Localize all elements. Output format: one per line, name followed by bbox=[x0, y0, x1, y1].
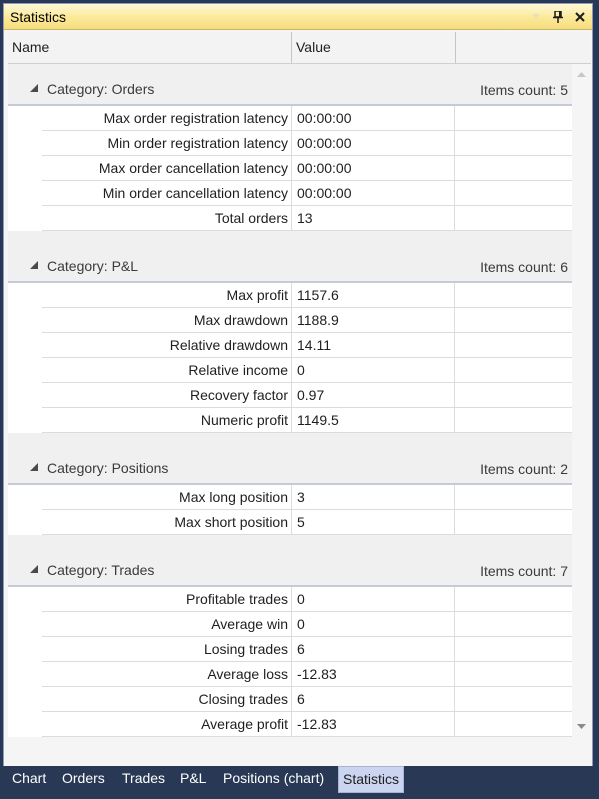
table-row[interactable]: Losing trades 6 bbox=[42, 637, 572, 662]
table-row[interactable]: Relative drawdown 14.11 bbox=[42, 333, 572, 358]
group-items-count: Items count: 5 bbox=[480, 82, 568, 98]
table-row[interactable]: Profitable trades 0 bbox=[42, 587, 572, 612]
stat-name: Total orders bbox=[42, 206, 292, 230]
stat-value: 14.11 bbox=[292, 333, 455, 357]
group-title: Category: Positions bbox=[47, 460, 169, 476]
grid-header: Name Value bbox=[8, 32, 591, 64]
stat-value: 6 bbox=[292, 637, 455, 661]
panel-titlebar: Statistics bbox=[4, 4, 592, 30]
table-row[interactable]: Average win 0 bbox=[42, 612, 572, 637]
group-header[interactable]: Category: Positions Items count: 2 bbox=[8, 443, 572, 485]
statistics-panel: Statistics Name Value Category: Orders It… bbox=[3, 3, 593, 767]
group-header[interactable]: Category: Trades Items count: 7 bbox=[8, 545, 572, 587]
dropdown-arrow-icon[interactable] bbox=[526, 7, 546, 27]
group-title: Category: Trades bbox=[47, 562, 155, 578]
bottom-tab-bar: Chart Orders Trades P&L Positions (chart) Sta… bbox=[0, 766, 599, 799]
stat-value: 5 bbox=[292, 510, 455, 534]
stat-name: Average win bbox=[42, 612, 292, 636]
stat-value: 00:00:00 bbox=[292, 131, 455, 155]
group-items-count: Items count: 7 bbox=[480, 563, 568, 579]
vertical-scrollbar[interactable] bbox=[572, 64, 591, 737]
group-footer bbox=[8, 535, 572, 545]
group-items-count: Items count: 6 bbox=[480, 259, 568, 275]
table-row[interactable]: Max profit 1157.6 bbox=[42, 283, 572, 308]
collapse-triangle-icon[interactable] bbox=[29, 564, 39, 574]
stat-value: 0 bbox=[292, 358, 455, 382]
stat-name: Max order cancellation latency bbox=[42, 156, 292, 180]
panel-title: Statistics bbox=[10, 8, 67, 25]
tab-p-l[interactable]: P&L bbox=[176, 766, 210, 794]
column-header-name[interactable]: Name bbox=[8, 32, 292, 63]
stat-value: 0.97 bbox=[292, 383, 455, 407]
stat-name: Max drawdown bbox=[42, 308, 292, 332]
stat-value: 1149.5 bbox=[292, 408, 455, 432]
stat-name: Numeric profit bbox=[42, 408, 292, 432]
tab-orders[interactable]: Orders bbox=[58, 766, 109, 794]
stat-value: 0 bbox=[292, 612, 455, 636]
group-title: Category: Orders bbox=[47, 81, 155, 97]
column-header-name-label: Name bbox=[12, 39, 50, 55]
stat-value: 0 bbox=[292, 587, 455, 611]
stat-name: Average loss bbox=[42, 662, 292, 686]
table-row[interactable]: Min order cancellation latency 00:00:00 bbox=[42, 181, 572, 206]
stat-value: -12.83 bbox=[292, 662, 455, 686]
stat-name: Recovery factor bbox=[42, 383, 292, 407]
table-row[interactable]: Numeric profit 1149.5 bbox=[42, 408, 572, 433]
stat-value: 00:00:00 bbox=[292, 106, 455, 130]
stat-name: Relative drawdown bbox=[42, 333, 292, 357]
close-icon[interactable] bbox=[570, 7, 590, 27]
stat-value: 6 bbox=[292, 687, 455, 711]
collapse-triangle-icon[interactable] bbox=[29, 83, 39, 93]
table-row[interactable]: Max order registration latency 00:00:00 bbox=[42, 106, 572, 131]
stat-value: 00:00:00 bbox=[292, 181, 455, 205]
table-row[interactable]: Max order cancellation latency 00:00:00 bbox=[42, 156, 572, 181]
group-footer bbox=[8, 433, 572, 443]
stat-value: -12.83 bbox=[292, 712, 455, 736]
table-row[interactable]: Average profit -12.83 bbox=[42, 712, 572, 737]
stat-value: 13 bbox=[292, 206, 455, 230]
table-row[interactable]: Max short position 5 bbox=[42, 510, 572, 535]
group-header[interactable]: Category: Orders Items count: 5 bbox=[8, 64, 572, 106]
grid-body: Category: Orders Items count: 5 Max order … bbox=[8, 64, 572, 737]
table-row[interactable]: Average loss -12.83 bbox=[42, 662, 572, 687]
group-footer bbox=[8, 231, 572, 241]
table-row[interactable]: Max drawdown 1188.9 bbox=[42, 308, 572, 333]
stat-value: 1157.6 bbox=[292, 283, 455, 307]
table-row[interactable]: Relative income 0 bbox=[42, 358, 572, 383]
group-header[interactable]: Category: P&L Items count: 6 bbox=[8, 241, 572, 283]
stat-name: Min order registration latency bbox=[42, 131, 292, 155]
table-row[interactable]: Total orders 13 bbox=[42, 206, 572, 231]
group-title: Category: P&L bbox=[47, 258, 139, 274]
stat-name: Max profit bbox=[42, 283, 292, 307]
table-row[interactable]: Min order registration latency 00:00:00 bbox=[42, 131, 572, 156]
table-row[interactable]: Recovery factor 0.97 bbox=[42, 383, 572, 408]
tab-statistics[interactable]: Statistics bbox=[338, 766, 405, 793]
column-header-value-label: Value bbox=[296, 39, 331, 55]
column-header-value[interactable]: Value bbox=[292, 32, 456, 63]
scroll-up-arrow-icon[interactable] bbox=[577, 70, 586, 79]
stat-name: Profitable trades bbox=[42, 587, 292, 611]
table-row[interactable]: Max long position 3 bbox=[42, 485, 572, 510]
stat-name: Max short position bbox=[42, 510, 292, 534]
stat-name: Losing trades bbox=[42, 637, 292, 661]
collapse-triangle-icon[interactable] bbox=[29, 462, 39, 472]
stat-name: Max long position bbox=[42, 485, 292, 509]
stat-value: 3 bbox=[292, 485, 455, 509]
stat-name: Relative income bbox=[42, 358, 292, 382]
tab-chart[interactable]: Chart bbox=[8, 766, 50, 794]
tab-positions-chart[interactable]: Positions (chart) bbox=[219, 766, 328, 794]
group-items-count: Items count: 2 bbox=[480, 461, 568, 477]
pin-icon[interactable] bbox=[548, 7, 568, 27]
stat-name: Closing trades bbox=[42, 687, 292, 711]
stat-value: 00:00:00 bbox=[292, 156, 455, 180]
collapse-triangle-icon[interactable] bbox=[29, 260, 39, 270]
stat-name: Max order registration latency bbox=[42, 106, 292, 130]
scroll-down-arrow-icon[interactable] bbox=[577, 722, 586, 731]
stat-name: Min order cancellation latency bbox=[42, 181, 292, 205]
tab-trades[interactable]: Trades bbox=[118, 766, 169, 794]
stat-name: Average profit bbox=[42, 712, 292, 736]
stat-value: 1188.9 bbox=[292, 308, 455, 332]
table-row[interactable]: Closing trades 6 bbox=[42, 687, 572, 712]
